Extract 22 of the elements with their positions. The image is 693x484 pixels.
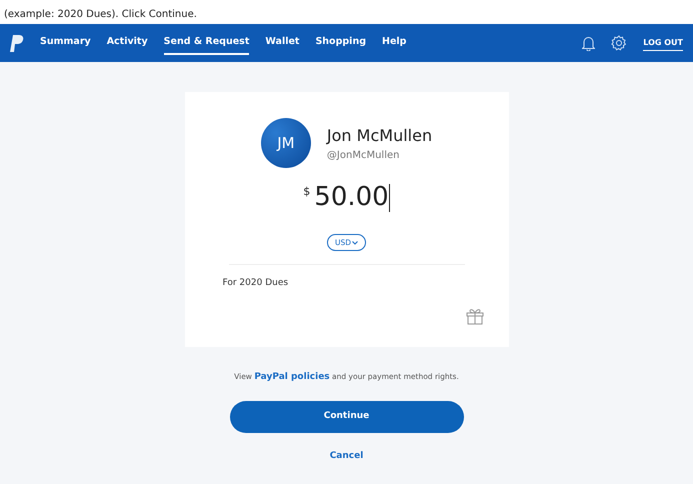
settings-icon[interactable] <box>611 35 628 51</box>
avatar: JM <box>260 118 311 168</box>
nav-tab[interactable]: Send & Request <box>164 30 250 56</box>
nav-tab[interactable]: Activity <box>106 30 148 56</box>
chevron-down-icon <box>352 240 358 245</box>
note-field[interactable]: For 2020 Dues <box>208 265 464 325</box>
text-cursor <box>388 184 390 212</box>
nav-tab[interactable]: Help <box>382 30 406 56</box>
logout-link[interactable]: LOG OUT <box>643 36 683 50</box>
continue-button[interactable]: Continue <box>230 400 464 432</box>
recipient-handle: @JonMcMullen <box>326 148 400 162</box>
nav-tab[interactable]: Shopping <box>315 30 366 56</box>
logo-icon <box>10 34 24 52</box>
gift-icon[interactable] <box>464 307 484 325</box>
nav-tab[interactable]: Summary <box>40 30 91 56</box>
bell-icon[interactable] <box>582 36 596 50</box>
currency-symbol: $ <box>303 184 310 200</box>
instruction-text: (example: 2020 Dues). Click Continue. <box>3 9 197 21</box>
cancel-link[interactable]: Cancel <box>330 450 364 463</box>
amount-field[interactable]: 50.00 <box>314 184 389 210</box>
recipient-name: Jon McMullen <box>326 124 432 146</box>
nav-tab[interactable]: Wallet <box>265 30 300 56</box>
